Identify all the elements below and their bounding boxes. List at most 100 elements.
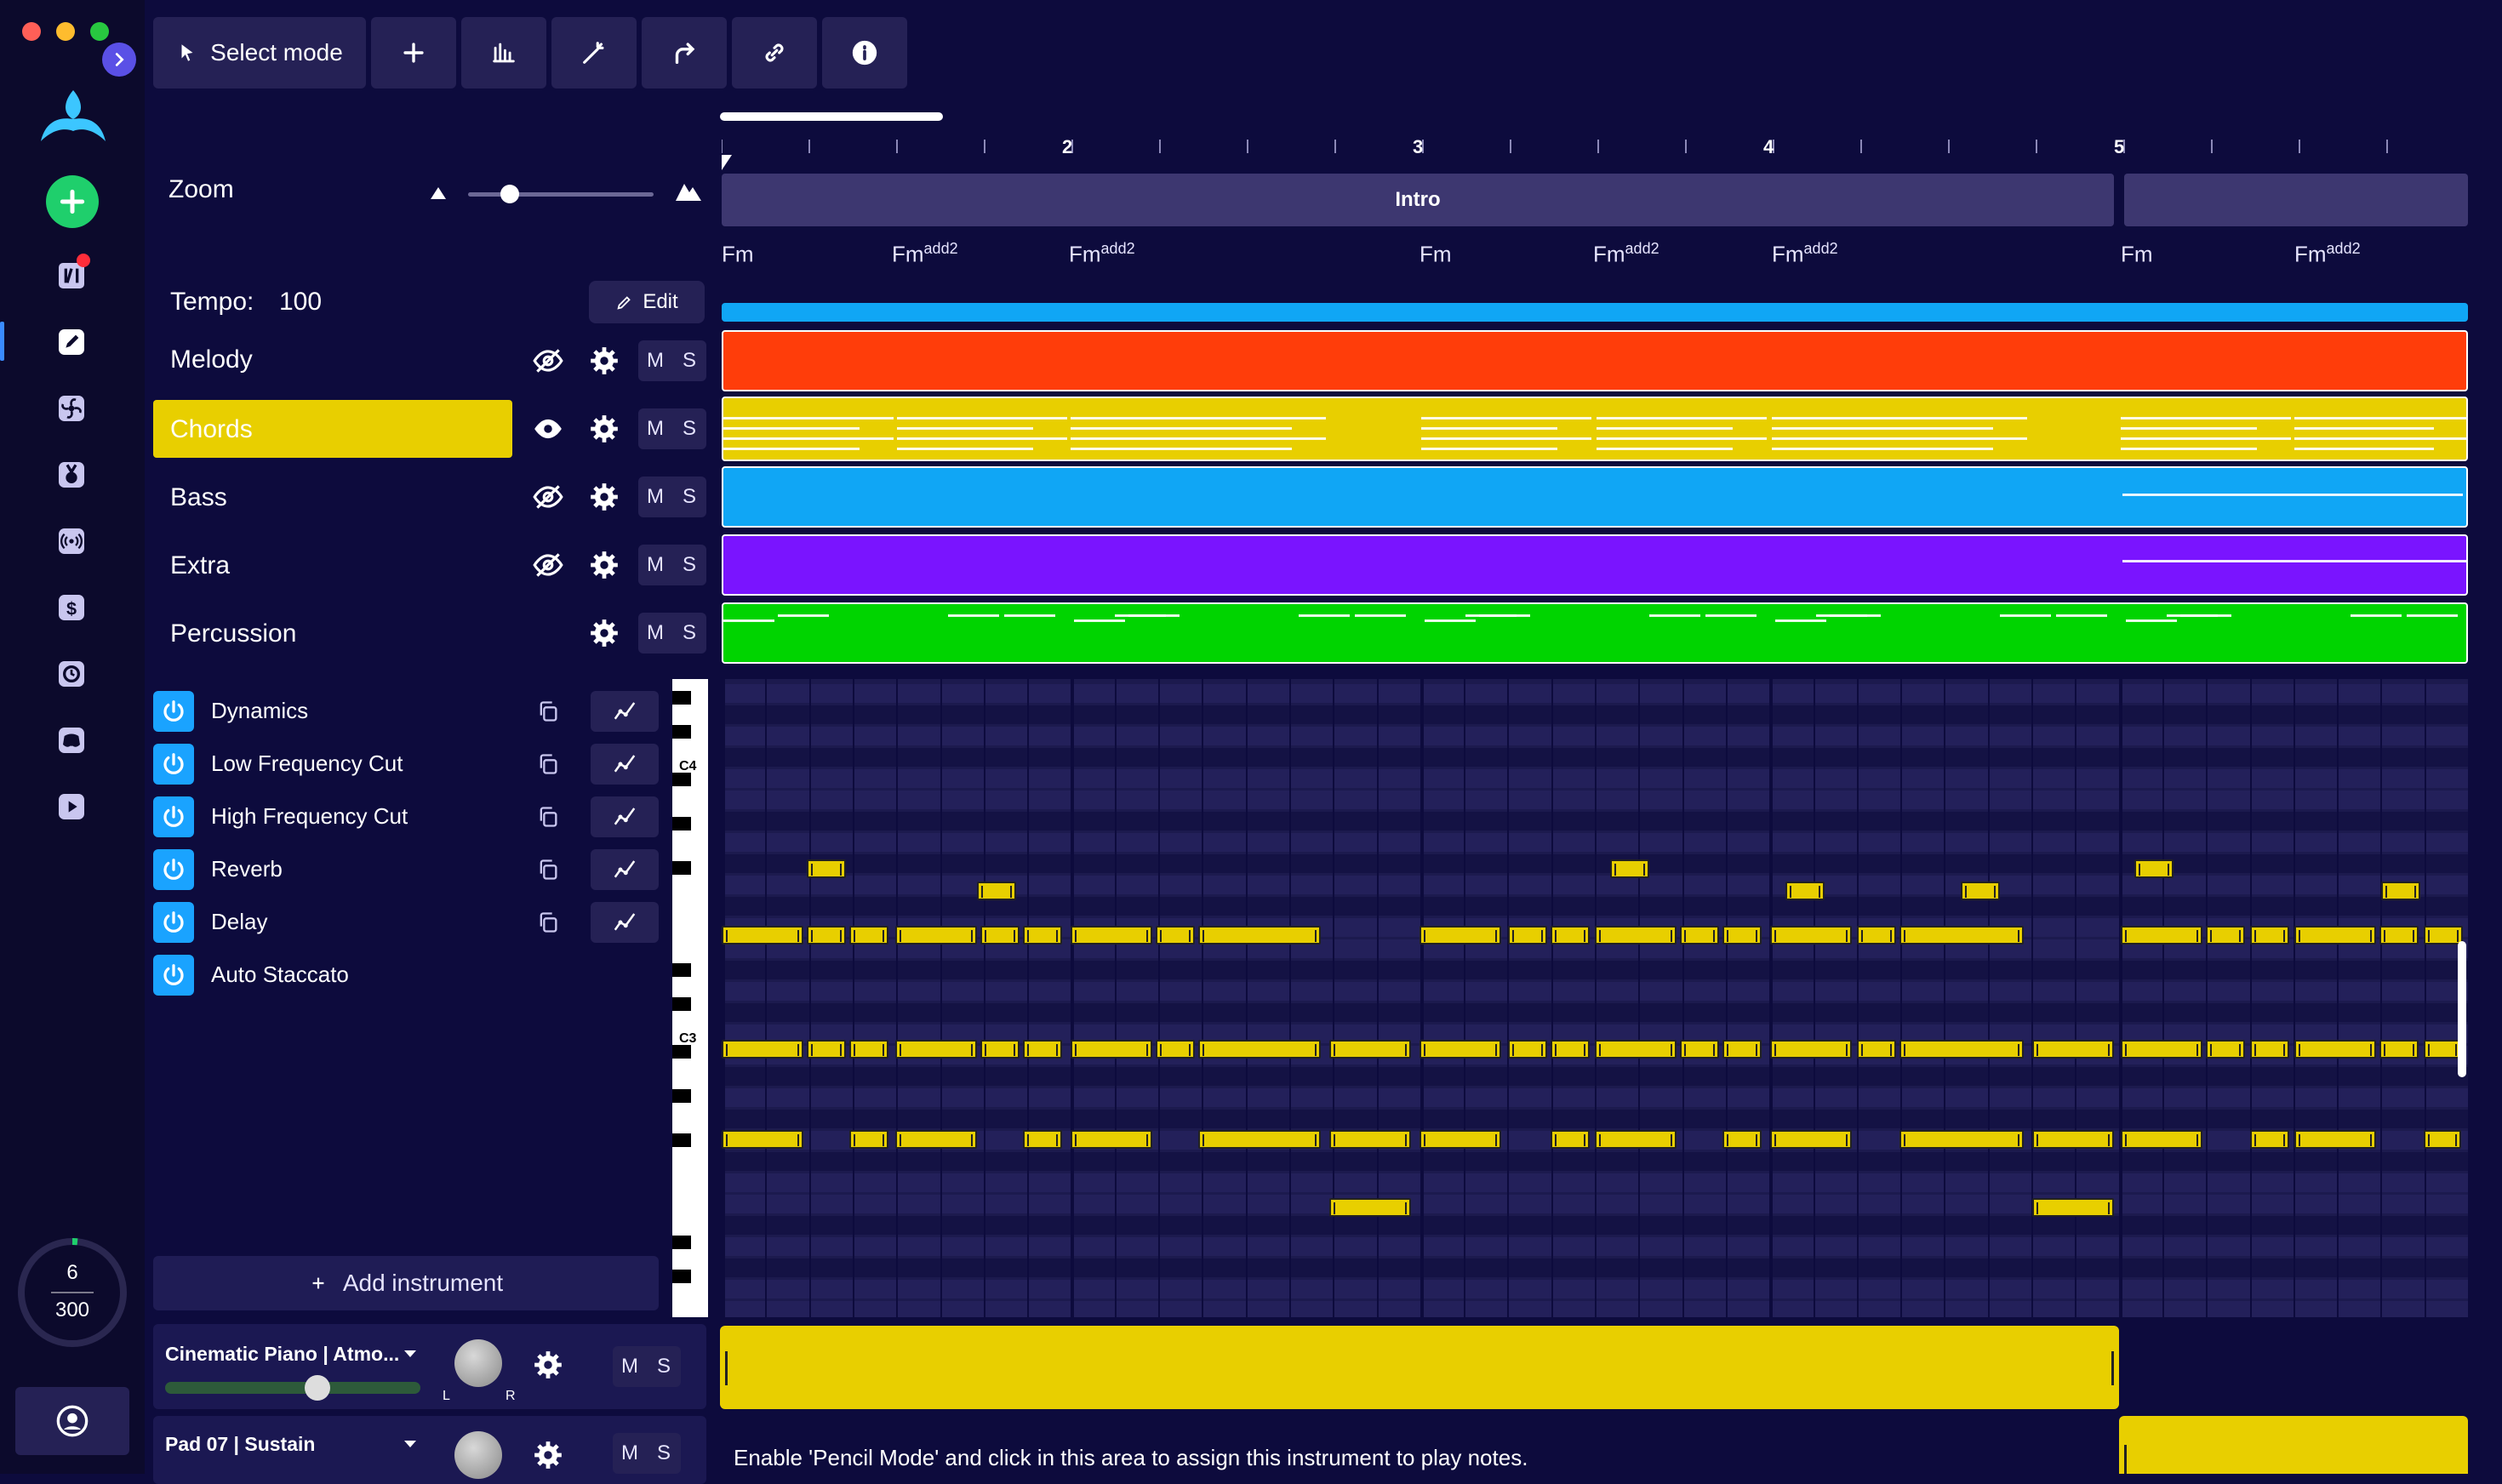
- note[interactable]: [1329, 1130, 1411, 1149]
- tempo-edit-button[interactable]: Edit: [589, 281, 705, 323]
- timeline-scrollbar[interactable]: [720, 112, 943, 121]
- note[interactable]: [2294, 1130, 2376, 1149]
- chord-label[interactable]: Fmadd2: [2294, 240, 2361, 268]
- note[interactable]: [2121, 926, 2202, 945]
- note[interactable]: [1023, 926, 1062, 945]
- note[interactable]: [1722, 1130, 1762, 1149]
- mute-button[interactable]: M: [613, 1433, 647, 1474]
- note[interactable]: [1198, 1130, 1321, 1149]
- chord-label[interactable]: Fmadd2: [1069, 240, 1135, 268]
- note[interactable]: [1770, 1130, 1852, 1149]
- pan-knob[interactable]: [454, 1339, 502, 1387]
- note[interactable]: [1551, 1040, 1590, 1059]
- clip-handle-right[interactable]: [2111, 1351, 2114, 1385]
- note[interactable]: [1722, 1040, 1762, 1059]
- note[interactable]: [1420, 1130, 1501, 1149]
- note[interactable]: [1770, 1040, 1852, 1059]
- play-icon[interactable]: [49, 785, 94, 829]
- note[interactable]: [1023, 1130, 1062, 1149]
- note[interactable]: [807, 1040, 846, 1059]
- copy-icon[interactable]: [533, 749, 563, 779]
- note[interactable]: [1961, 882, 2000, 900]
- note[interactable]: [1899, 1040, 2024, 1059]
- note[interactable]: [2379, 1040, 2419, 1059]
- power-toggle[interactable]: [153, 796, 194, 837]
- clip-handle-left[interactable]: [2124, 1445, 2127, 1474]
- note[interactable]: [2250, 1130, 2289, 1149]
- note[interactable]: [1857, 926, 1896, 945]
- window-minimize-button[interactable]: [56, 22, 75, 41]
- gear-icon[interactable]: [586, 478, 623, 516]
- discord-icon[interactable]: [49, 718, 94, 762]
- magic-wand-button[interactable]: [551, 17, 637, 88]
- note[interactable]: [2424, 926, 2463, 945]
- add-instrument-button[interactable]: Add instrument: [153, 1256, 659, 1310]
- power-toggle[interactable]: [153, 955, 194, 996]
- black-key[interactable]: [672, 1089, 691, 1103]
- solo-button[interactable]: S: [672, 408, 706, 449]
- note[interactable]: [1595, 1130, 1677, 1149]
- gear-icon[interactable]: [586, 342, 623, 380]
- note[interactable]: [849, 1040, 888, 1059]
- gear-icon[interactable]: [586, 546, 623, 584]
- note[interactable]: [980, 1040, 1020, 1059]
- section-block[interactable]: [2124, 174, 2468, 226]
- chords-lane[interactable]: [722, 397, 2468, 461]
- power-toggle[interactable]: [153, 902, 194, 943]
- note[interactable]: [2250, 926, 2289, 945]
- piano-roll[interactable]: [722, 679, 2468, 1317]
- black-key[interactable]: [672, 1270, 691, 1283]
- gear-icon[interactable]: [586, 614, 623, 652]
- share-button[interactable]: [642, 17, 727, 88]
- note[interactable]: [2121, 1040, 2202, 1059]
- fan-icon[interactable]: [49, 386, 94, 431]
- note[interactable]: [2424, 1040, 2461, 1059]
- note[interactable]: [1595, 1040, 1677, 1059]
- note[interactable]: [2206, 1040, 2245, 1059]
- copy-icon[interactable]: [533, 854, 563, 885]
- note[interactable]: [1899, 926, 2024, 945]
- note[interactable]: [1329, 1198, 1411, 1217]
- note[interactable]: [2381, 882, 2420, 900]
- black-key[interactable]: [672, 963, 691, 977]
- note[interactable]: [977, 882, 1016, 900]
- volume-slider[interactable]: [165, 1375, 420, 1401]
- note[interactable]: [1722, 926, 1762, 945]
- automation-button[interactable]: [591, 902, 659, 943]
- note[interactable]: [1899, 1130, 2024, 1149]
- note[interactable]: [1198, 1040, 1321, 1059]
- note[interactable]: [1680, 1040, 1719, 1059]
- note[interactable]: [1071, 1130, 1152, 1149]
- black-key[interactable]: [672, 1236, 691, 1249]
- automation-button[interactable]: [591, 796, 659, 837]
- power-toggle[interactable]: [153, 849, 194, 890]
- extra-lane[interactable]: [722, 534, 2468, 596]
- note[interactable]: [1508, 1040, 1547, 1059]
- note[interactable]: [1156, 926, 1195, 945]
- note[interactable]: [722, 1130, 803, 1149]
- add-button[interactable]: [371, 17, 456, 88]
- chord-label[interactable]: Fmadd2: [1593, 240, 1659, 268]
- caret-down-icon[interactable]: [403, 1440, 417, 1448]
- expand-sidebar-button[interactable]: [102, 43, 136, 77]
- note[interactable]: [2206, 926, 2245, 945]
- note[interactable]: [1610, 859, 1649, 878]
- note[interactable]: [2424, 1130, 2461, 1149]
- eye-icon[interactable]: [529, 410, 567, 448]
- window-maximize-button[interactable]: [90, 22, 109, 41]
- note[interactable]: [1071, 926, 1152, 945]
- automation-button[interactable]: [591, 849, 659, 890]
- black-key[interactable]: [672, 691, 691, 705]
- note[interactable]: [1551, 1130, 1590, 1149]
- black-key[interactable]: [672, 773, 691, 786]
- black-key[interactable]: [672, 725, 691, 739]
- piano-keyboard[interactable]: C4 C3: [672, 679, 708, 1317]
- copy-icon[interactable]: [533, 802, 563, 832]
- black-key[interactable]: [672, 997, 691, 1011]
- chord-label[interactable]: Fm: [2121, 240, 2153, 268]
- mute-button[interactable]: M: [638, 613, 672, 654]
- caret-down-icon[interactable]: [403, 1350, 417, 1358]
- note[interactable]: [1420, 926, 1501, 945]
- dollar-icon[interactable]: $: [49, 585, 94, 630]
- mute-button[interactable]: M: [638, 340, 672, 381]
